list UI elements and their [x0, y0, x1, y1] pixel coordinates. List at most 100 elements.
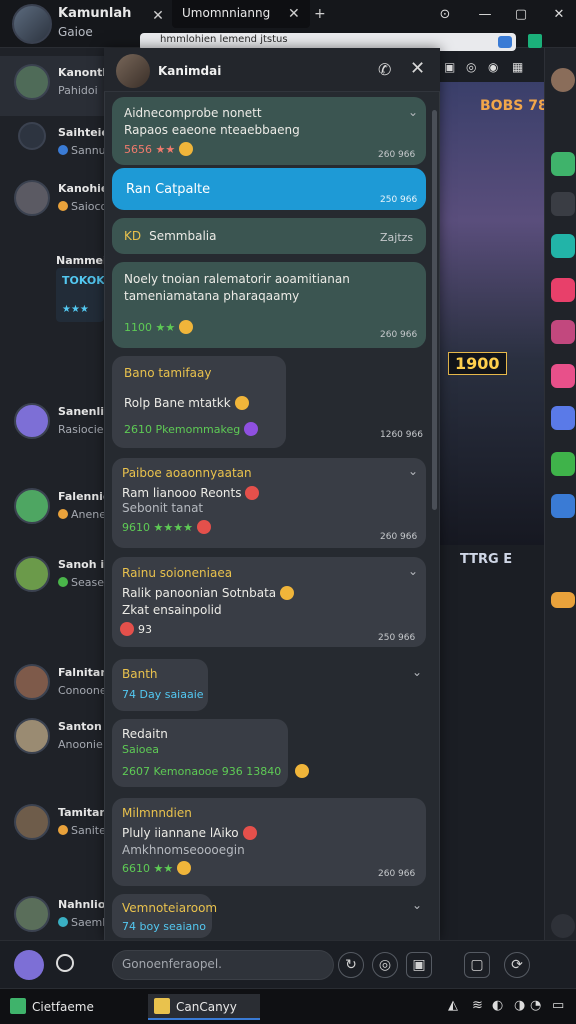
message-title: Paiboe aoaonnyaatan	[122, 466, 252, 480]
notifications-icon[interactable]: ▭	[552, 998, 564, 1013]
new-tab-icon[interactable]: +	[314, 6, 326, 22]
rail-app-icon[interactable]	[551, 592, 575, 608]
app-icon	[10, 998, 26, 1014]
contact-preview: Pahidoi	[58, 84, 98, 97]
contact-item[interactable]: Santon Anoonie	[0, 710, 104, 770]
minimize-icon[interactable]: —	[476, 6, 494, 24]
clock-icon[interactable]: ◔	[530, 998, 541, 1013]
close-icon[interactable]: ✕	[410, 58, 425, 79]
emoji-icon	[245, 486, 260, 500]
send-icon[interactable]: ⟳	[504, 952, 530, 978]
contact-name: Kanohiean	[58, 182, 104, 195]
sticker-icon[interactable]: ▢	[464, 952, 490, 978]
contact-preview: Anoonie	[58, 738, 103, 751]
contact-item[interactable]: Tamitan Sanite	[0, 796, 104, 856]
toolbar-icon[interactable]: ◉	[488, 60, 498, 74]
app-icon	[154, 998, 170, 1014]
rail-app-icon[interactable]	[551, 320, 575, 344]
phone-icon[interactable]: ✆	[378, 60, 391, 79]
rail-app-icon[interactable]	[551, 452, 575, 476]
contact-item[interactable]: Kanohiean Saioco	[0, 172, 104, 232]
contact-name: Nammein	[56, 254, 104, 267]
rail-avatar-icon[interactable]	[551, 68, 575, 92]
message-text: Zkat ensainpolid	[122, 603, 222, 617]
maximize-icon[interactable]: ▢	[512, 6, 530, 24]
scrollbar[interactable]	[432, 110, 437, 510]
rail-app-icon[interactable]	[551, 152, 575, 176]
battery-icon[interactable]: ◐	[492, 998, 503, 1013]
message-meta: 2610 Pkemommakeg	[124, 422, 259, 436]
app-subtitle: Gaioe	[58, 25, 93, 39]
chevron-down-icon[interactable]: ⌄	[412, 665, 422, 679]
rail-app-icon[interactable]	[551, 494, 575, 518]
contact-avatar	[14, 180, 50, 216]
extension-icon[interactable]	[528, 34, 542, 48]
taskbar-app-active[interactable]: CanCanyy	[148, 994, 260, 1020]
message-title: Banth	[122, 667, 158, 681]
message-title: Bano tamifaay	[124, 366, 212, 380]
tray-icon[interactable]: ◭	[448, 998, 458, 1013]
attach-icon[interactable]: ◎	[372, 952, 398, 978]
emoji-icon	[179, 142, 194, 156]
chevron-down-icon[interactable]: ⌄	[408, 564, 418, 578]
contact-item[interactable]: Sanoh ic Seaseide	[0, 548, 104, 608]
contact-preview: Seaseide	[58, 576, 104, 589]
contact-preview: Sannunn	[58, 144, 104, 157]
contact-name: Santon	[58, 720, 102, 733]
address-text[interactable]: hmmlohien lemend jtstus	[160, 34, 490, 45]
contact-item[interactable]: Sanenlio Rasiocie	[0, 395, 104, 455]
emoji-picker-icon[interactable]	[56, 954, 74, 972]
contact-item[interactable]: Nammein TOKOK ★★★	[0, 244, 105, 334]
toolbar-icon[interactable]: ▦	[512, 60, 523, 74]
refresh-icon[interactable]: ↻	[338, 952, 364, 978]
tab-close-icon[interactable]: ✕	[150, 8, 166, 24]
toolbar-icon[interactable]: ▣	[444, 60, 455, 74]
tab-label[interactable]: Umomnnianng	[182, 6, 270, 20]
self-avatar[interactable]	[14, 950, 44, 980]
chat-avatar[interactable]	[116, 54, 150, 88]
shield-icon[interactable]	[498, 36, 512, 48]
profile-icon[interactable]: ⊙	[436, 6, 454, 24]
tab2-close-icon[interactable]: ✕	[288, 6, 300, 22]
user-avatar[interactable]	[12, 4, 52, 44]
contact-item[interactable]: Kanonth Pahidoi	[0, 56, 104, 116]
contact-avatar	[14, 64, 50, 100]
game-artwork	[440, 82, 544, 545]
tokok-label: TOKOK	[62, 274, 105, 287]
rail-app-icon[interactable]	[551, 364, 575, 388]
message-time: Zajtzs	[380, 231, 414, 244]
contact-avatar	[14, 896, 50, 932]
chevron-down-icon[interactable]: ⌄	[408, 105, 418, 119]
volume-icon[interactable]: ◑	[514, 998, 525, 1013]
contact-name: Saihteieh	[58, 126, 104, 139]
rail-app-icon[interactable]	[551, 234, 575, 258]
message-meta: 5656 ★★	[124, 142, 194, 156]
message-text: Sebonit tanat	[122, 501, 204, 515]
rail-app-icon[interactable]	[551, 278, 575, 302]
message-title: KD Semmbalia	[124, 229, 217, 243]
message-meta: 1100 ★★	[124, 320, 194, 334]
chevron-down-icon[interactable]: ⌄	[412, 898, 422, 912]
chevron-down-icon[interactable]: ⌄	[408, 464, 418, 478]
close-window-icon[interactable]: ✕	[550, 6, 568, 24]
gallery-icon[interactable]: ▣	[406, 952, 432, 978]
contact-item[interactable]: Falnitan Conoone	[0, 656, 104, 716]
emoji-icon	[242, 826, 257, 840]
contact-item[interactable]: Falennie Anenelle	[0, 480, 104, 540]
message-text: Noely tnoian ralematorir aoamitianan	[124, 272, 350, 286]
message-meta: 9610 ★★★★	[122, 520, 211, 534]
input-placeholder[interactable]: Gonoenferaopel.	[122, 957, 222, 971]
contact-item[interactable]: Saihteieh Sannunn	[0, 116, 104, 176]
toolbar-icon[interactable]: ◎	[466, 60, 476, 74]
rail-app-icon[interactable]	[551, 406, 575, 430]
taskbar-app[interactable]: Cietfaeme	[10, 994, 94, 1020]
contact-item[interactable]: Nahnlio Saemhi	[0, 888, 104, 948]
chat-title: Kanimdai	[158, 64, 222, 78]
wifi-icon[interactable]: ≋	[472, 998, 483, 1013]
message-title: Redaitn	[122, 727, 168, 741]
message-title: Rainu soioneniaea	[122, 566, 233, 580]
rail-settings-icon[interactable]	[551, 914, 575, 938]
score-badge: 1900	[448, 352, 507, 375]
rail-app-icon[interactable]	[551, 192, 575, 216]
contact-name: Tamitan	[58, 806, 104, 819]
